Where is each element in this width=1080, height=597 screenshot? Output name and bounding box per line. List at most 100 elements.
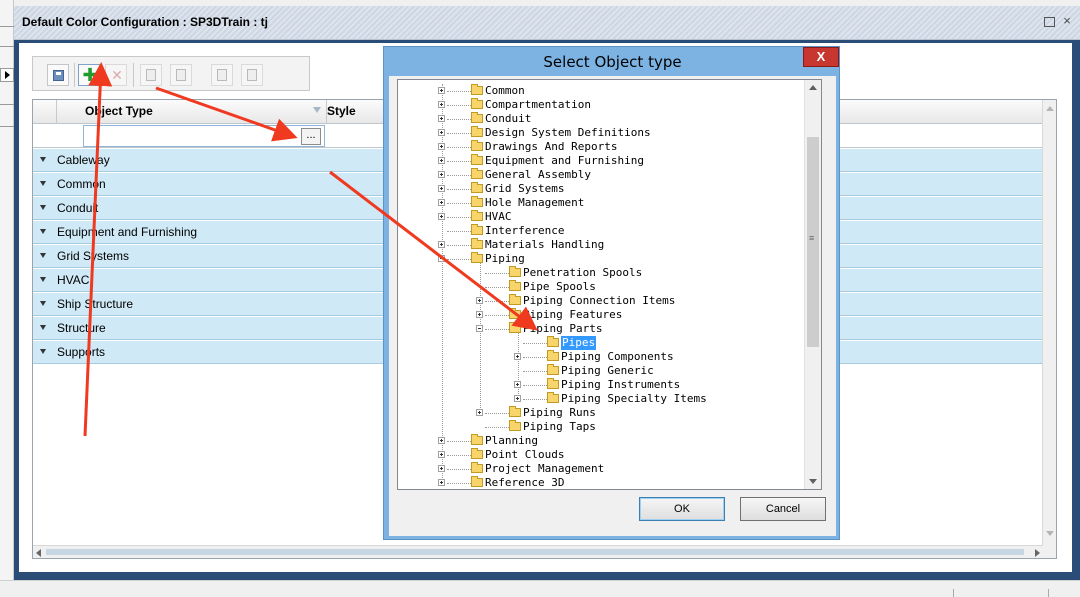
caret-down-icon[interactable] — [40, 301, 46, 306]
tree-connector — [447, 161, 471, 162]
expand-icon[interactable] — [476, 311, 483, 318]
scroll-down-icon[interactable] — [1046, 531, 1054, 536]
expand-icon[interactable] — [438, 143, 445, 150]
expand-icon[interactable] — [514, 353, 521, 360]
expand-icon[interactable] — [438, 465, 445, 472]
tree-item-label: Piping Taps — [523, 420, 596, 433]
close-icon[interactable]: × — [1060, 14, 1074, 28]
paste-button[interactable] — [170, 64, 192, 86]
tree-connector — [485, 315, 509, 316]
group-label: Ship Structure — [57, 297, 134, 311]
object-type-tree[interactable]: Common Compartmentation Conduit Design Syst… — [397, 79, 822, 490]
add-button[interactable]: ✚ — [78, 64, 100, 86]
expand-icon[interactable] — [514, 381, 521, 388]
expand-icon[interactable] — [438, 157, 445, 164]
folder-icon — [471, 210, 483, 221]
scroll-left-icon[interactable] — [36, 549, 41, 557]
copy-button[interactable] — [140, 64, 162, 86]
expand-icon[interactable] — [438, 213, 445, 220]
caret-down-icon[interactable] — [40, 253, 46, 258]
expand-icon[interactable] — [438, 101, 445, 108]
expand-icon[interactable] — [476, 409, 483, 416]
expand-icon[interactable] — [514, 395, 521, 402]
folder-icon — [509, 322, 521, 333]
tree-item-label: Piping Features — [523, 308, 623, 321]
folder-icon — [471, 434, 483, 445]
tree-connector — [447, 105, 471, 106]
tree-item-label: Pipes — [561, 336, 597, 350]
scroll-thumb[interactable] — [46, 549, 1024, 555]
expand-icon[interactable] — [438, 199, 445, 206]
divider — [0, 104, 14, 105]
grid-vertical-scrollbar[interactable] — [1042, 100, 1056, 558]
window-title: Default Color Configuration : SP3DTrain … — [22, 15, 268, 29]
caret-down-icon[interactable] — [40, 157, 46, 162]
scroll-up-icon[interactable] — [809, 85, 817, 90]
tree-item-label: Planning — [485, 434, 538, 447]
filter-icon[interactable] — [313, 107, 321, 113]
folder-icon — [471, 448, 483, 459]
group-label: Conduit — [57, 201, 99, 215]
tree-connector — [523, 343, 547, 344]
collapse-icon[interactable] — [476, 325, 483, 332]
column-header-object-type[interactable]: Object Type — [57, 100, 327, 123]
grid-corner — [33, 100, 57, 123]
object-type-filter-cell[interactable]: ... — [83, 125, 325, 147]
tree-connector — [447, 483, 471, 484]
tree-item-label: General Assembly — [485, 168, 591, 181]
folder-icon — [547, 378, 559, 389]
browse-object-type-button[interactable]: ... — [301, 128, 321, 145]
expand-icon[interactable] — [438, 87, 445, 94]
expand-icon[interactable] — [438, 115, 445, 122]
folder-icon — [471, 98, 483, 109]
delete-button[interactable]: ✕ — [105, 64, 127, 86]
caret-down-icon[interactable] — [40, 181, 46, 186]
window-titlebar[interactable]: Default Color Configuration : SP3DTrain … — [14, 6, 1080, 40]
dialog-close-button[interactable]: X — [803, 47, 839, 67]
scroll-up-icon[interactable] — [1046, 106, 1054, 111]
save-button[interactable] — [47, 64, 69, 86]
tree-item-label: Piping Instruments — [561, 378, 681, 391]
background-app-strip — [0, 0, 14, 596]
expand-icon[interactable] — [438, 479, 445, 486]
tree-item-label: Piping Connection Items — [523, 294, 676, 307]
tree-item-label: Piping Parts — [523, 322, 603, 335]
tree-connector — [447, 217, 471, 218]
folder-icon — [471, 126, 483, 137]
tree-connector — [447, 147, 471, 148]
folder-icon — [471, 196, 483, 207]
dialog-body: Common Compartmentation Conduit Design Syst… — [389, 76, 836, 536]
group-label: Equipment and Furnishing — [57, 225, 198, 239]
tree-item-label: Penetration Spools — [523, 266, 643, 279]
expand-icon[interactable] — [438, 171, 445, 178]
expand-icon[interactable] — [476, 297, 483, 304]
expand-icon[interactable] — [438, 241, 445, 248]
scroll-down-icon[interactable] — [809, 479, 817, 484]
tree-item-label: Compartmentation — [485, 98, 591, 111]
expand-icon[interactable] — [438, 185, 445, 192]
tree-connector — [485, 273, 509, 274]
expand-icon[interactable] — [438, 437, 445, 444]
caret-down-icon[interactable] — [40, 349, 46, 354]
collapse-icon[interactable] — [438, 255, 445, 262]
caret-down-icon[interactable] — [40, 229, 46, 234]
caret-down-icon[interactable] — [40, 325, 46, 330]
expand-icon[interactable] — [438, 451, 445, 458]
divider — [0, 46, 14, 47]
scroll-right-icon[interactable] — [1035, 549, 1040, 557]
maximize-icon[interactable] — [1042, 14, 1056, 28]
move-up-button[interactable] — [211, 64, 233, 86]
dialog-title: Select Object type — [543, 53, 682, 71]
row-selector-icon[interactable] — [0, 68, 14, 82]
ok-button[interactable]: OK — [639, 497, 725, 521]
tree-vertical-scrollbar[interactable]: ≡ — [804, 80, 821, 489]
column-header-style[interactable]: Style (Colo — [327, 100, 387, 141]
caret-down-icon[interactable] — [40, 277, 46, 282]
expand-icon[interactable] — [438, 129, 445, 136]
grid-horizontal-scrollbar[interactable] — [33, 545, 1043, 558]
caret-down-icon[interactable] — [40, 205, 46, 210]
tree-connector — [447, 441, 471, 442]
tree-connector — [447, 231, 471, 232]
move-down-button[interactable] — [241, 64, 263, 86]
cancel-button[interactable]: Cancel — [740, 497, 826, 521]
